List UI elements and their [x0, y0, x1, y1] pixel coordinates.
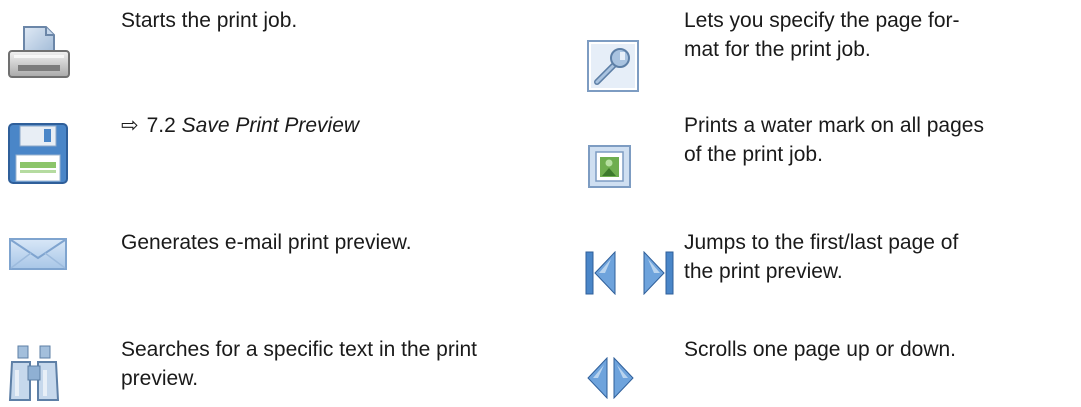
- scroll-up-arrow-icon: [586, 356, 608, 404]
- watermark-line1: Prints a water mark on all pages: [684, 114, 984, 137]
- page-format-description: Lets you specify the page for- mat for t…: [684, 6, 960, 64]
- first-last-description: Jumps to the first/last page of the prin…: [684, 228, 958, 286]
- save-preview-reference: ⇨ 7.2 Save Print Preview: [121, 111, 359, 140]
- last-page-icon: [642, 250, 674, 300]
- envelope-icon: [9, 238, 67, 275]
- reference-title[interactable]: Save Print Preview: [182, 114, 359, 137]
- search-description: Searches for a specific text in the prin…: [121, 335, 477, 393]
- binoculars-icon: [8, 344, 60, 407]
- first-page-icon: [585, 250, 617, 300]
- watermark-icon: [588, 145, 631, 193]
- print-description: Starts the print job.: [121, 9, 298, 32]
- right-arrow-icon: ⇨: [121, 114, 139, 137]
- first-last-line2: the print preview.: [684, 260, 843, 283]
- floppy-disk-icon: [8, 123, 68, 189]
- watermark-description: Prints a water mark on all pages of the …: [684, 111, 984, 169]
- email-description: Generates e-mail print preview.: [121, 231, 412, 254]
- search-description-line2: preview.: [121, 367, 199, 390]
- page-format-line1: Lets you specify the page for-: [684, 9, 960, 32]
- wrench-icon: [587, 40, 639, 97]
- search-description-line1: Searches for a specific text in the prin…: [121, 338, 478, 361]
- first-last-line1: Jumps to the first/last page of: [684, 231, 959, 254]
- printer-icon: [6, 25, 72, 86]
- scroll-description: Scrolls one page up or down.: [684, 338, 957, 361]
- scroll-down-arrow-icon: [613, 356, 635, 404]
- reference-number: 7.2: [146, 114, 176, 137]
- watermark-line2: of the print job.: [684, 143, 823, 166]
- page-format-line2: mat for the print job.: [684, 38, 871, 61]
